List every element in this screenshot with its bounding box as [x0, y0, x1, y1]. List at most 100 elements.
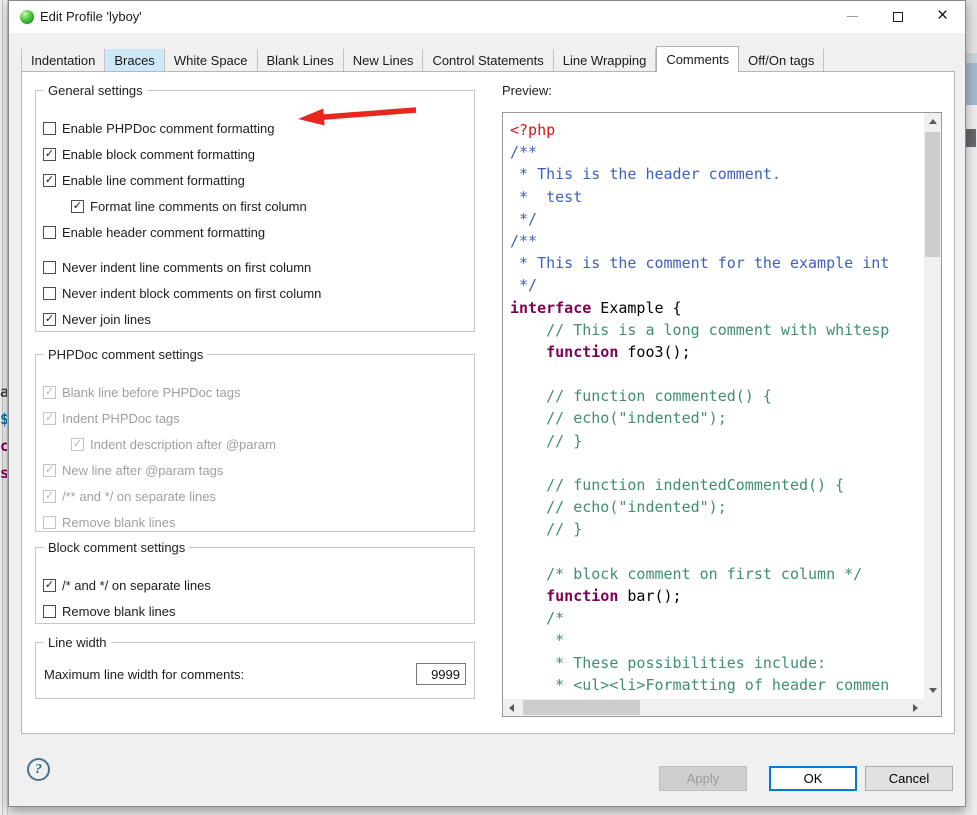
tab-comments[interactable]: Comments: [656, 46, 739, 72]
checkbox-label: Enable line comment formatting: [62, 173, 245, 188]
cancel-button[interactable]: Cancel: [865, 766, 953, 791]
check-icon: ✓: [45, 579, 54, 590]
background-band: [966, 53, 977, 63]
checkbox-label: /* and */ on separate lines: [62, 578, 211, 593]
background-text-fragment: ct: [0, 437, 8, 455]
background-window-right-sliver: [966, 0, 977, 815]
edit-profile-dialog: Edit Profile 'lyboy' × IndentationBraces…: [8, 0, 966, 807]
scroll-left-arrow-icon[interactable]: [503, 699, 520, 716]
checkbox-never-indent-line-comments-on-first-column[interactable]: [43, 261, 56, 274]
tab-indentation[interactable]: Indentation: [21, 49, 105, 71]
setting-row: ✓Format line comments on first column: [43, 193, 466, 219]
checkbox-enable-header-comment-formatting[interactable]: [43, 226, 56, 239]
code-line: [510, 363, 924, 385]
maximize-button[interactable]: [875, 1, 920, 32]
tab-braces[interactable]: Braces: [105, 49, 164, 71]
background-band: [966, 63, 977, 105]
max-line-width-input[interactable]: [416, 663, 466, 685]
checkbox-label: /** and */ on separate lines: [62, 489, 216, 504]
code-line: * This is the comment for the example in…: [510, 252, 924, 274]
checkbox-remove-blank-lines[interactable]: [43, 605, 56, 618]
background-text-fragment: $: [0, 410, 8, 428]
tab-strip: IndentationBracesWhite SpaceBlank LinesN…: [21, 45, 824, 71]
check-icon: ✓: [45, 148, 54, 159]
code-line: * test: [510, 186, 924, 208]
checkbox-label: Enable block comment formatting: [62, 147, 255, 162]
check-icon: ✓: [73, 200, 82, 211]
tab-line-wrapping[interactable]: Line Wrapping: [554, 49, 657, 71]
vertical-scrollbar[interactable]: [924, 113, 941, 699]
code-line: *: [510, 629, 924, 651]
checkbox-enable-line-comment-formatting[interactable]: ✓: [43, 174, 56, 187]
code-area: <?php/** * This is the header comment. *…: [503, 113, 924, 699]
scroll-down-arrow-icon[interactable]: [924, 682, 941, 699]
checkbox-enable-block-comment-formatting[interactable]: ✓: [43, 148, 56, 161]
checkbox-label: Blank line before PHPDoc tags: [62, 385, 240, 400]
code-line: * These possibilities include:: [510, 652, 924, 674]
close-button[interactable]: ×: [920, 1, 965, 32]
checkbox-label: Indent PHPDoc tags: [62, 411, 180, 426]
maximize-icon: [893, 12, 903, 22]
checkbox-label: Indent description after @param: [90, 437, 276, 452]
tab-off-on-tags[interactable]: Off/On tags: [739, 49, 824, 71]
horizontal-scrollbar[interactable]: [503, 699, 924, 716]
setting-row: ✓ Enable line comment formatting: [43, 167, 466, 193]
group-title: Line width: [44, 635, 111, 650]
group-title: PHPDoc comment settings: [44, 347, 207, 362]
tab-control-statements[interactable]: Control Statements: [423, 49, 553, 71]
checkbox-and-on-separate-lines[interactable]: ✓: [43, 579, 56, 592]
setting-row: Enable PHPDoc comment formatting: [43, 115, 466, 141]
tab-blank-lines[interactable]: Blank Lines: [258, 49, 344, 71]
code-line: [510, 541, 924, 563]
setting-row: ✓ Enable block comment formatting: [43, 141, 466, 167]
checkbox-enable-phpdoc-comment-formatting[interactable]: [43, 122, 56, 135]
checkbox-never-join-lines[interactable]: ✓: [43, 313, 56, 326]
horizontal-scroll-thumb[interactable]: [523, 700, 640, 715]
scrollbar-corner: [924, 699, 941, 716]
checkbox-indent-phpdoc-tags: ✓: [43, 412, 56, 425]
checkbox-label: Never indent block comments on first col…: [62, 286, 321, 301]
code-line: // echo("indented");: [510, 407, 924, 429]
code-line: // echo("indented");: [510, 496, 924, 518]
line-width-label: Maximum line width for comments:: [44, 667, 244, 682]
group-title: Block comment settings: [44, 540, 189, 555]
tab-new-lines[interactable]: New Lines: [344, 49, 424, 71]
code-line: function bar();: [510, 585, 924, 607]
minimize-button[interactable]: [830, 1, 875, 32]
setting-row: Remove blank lines: [43, 598, 466, 624]
code-line: /**: [510, 141, 924, 163]
tab-white-space[interactable]: White Space: [165, 49, 258, 71]
checkbox-label: Never join lines: [62, 312, 151, 327]
setting-row: ✓ Indent PHPDoc tags: [43, 405, 466, 431]
check-icon: ✓: [45, 490, 54, 501]
checkbox-indent-description-after-param: ✓: [71, 438, 84, 451]
setting-row: Remove blank lines: [43, 509, 466, 535]
checkbox-never-indent-block-comments-on-first-column[interactable]: [43, 287, 56, 300]
background-window-edge: [2, 0, 3, 815]
checkbox-format-line-comments-on-first-column[interactable]: ✓: [71, 200, 84, 213]
checkbox-label: Enable PHPDoc comment formatting: [62, 121, 274, 136]
checkbox-blank-line-before-phpdoc-tags: ✓: [43, 386, 56, 399]
preview-code-box[interactable]: <?php/** * This is the header comment. *…: [502, 112, 942, 717]
setting-row: ✓ Blank line before PHPDoc tags: [43, 379, 466, 405]
code-line: [510, 452, 924, 474]
code-line: // This is a long comment with whitesp: [510, 319, 924, 341]
code-line: * <ul><li>Formatting of header commen: [510, 674, 924, 696]
scroll-right-arrow-icon[interactable]: [907, 699, 924, 716]
vertical-scroll-thumb[interactable]: [925, 132, 940, 257]
group-title: General settings: [44, 83, 147, 98]
help-button[interactable]: ?: [27, 758, 50, 781]
window-title: Edit Profile 'lyboy': [40, 9, 142, 24]
setting-row: Never indent block comments on first col…: [43, 280, 466, 306]
code-line: interface Example {: [510, 297, 924, 319]
setting-row: ✓ Indent description after @param: [43, 431, 466, 457]
setting-row: ✓ /** and */ on separate lines: [43, 483, 466, 509]
code-line: */: [510, 208, 924, 230]
check-icon: ✓: [45, 313, 54, 324]
setting-row: ✓ Never join lines: [43, 306, 466, 332]
ok-button[interactable]: OK: [769, 766, 857, 791]
scroll-up-arrow-icon[interactable]: [924, 113, 941, 130]
setting-row: Enable header comment formatting: [43, 219, 466, 245]
preview-label: Preview:: [502, 83, 552, 98]
code-line: * This is the header comment.: [510, 163, 924, 185]
